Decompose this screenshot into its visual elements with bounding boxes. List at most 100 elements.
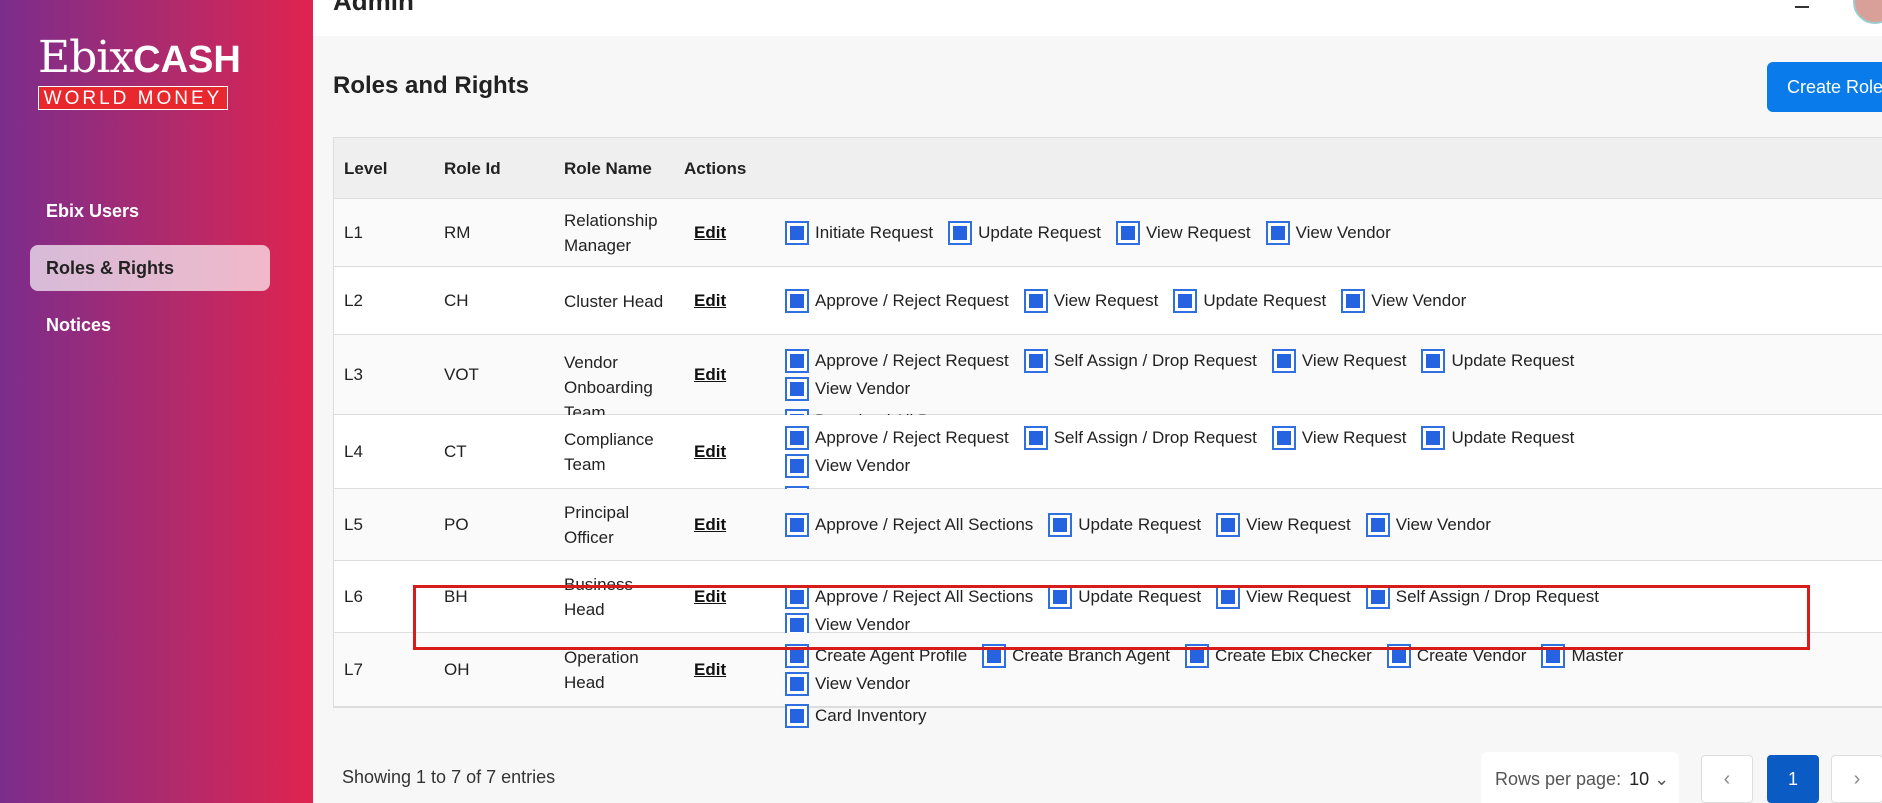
role-name: Vendor Onboarding Team — [564, 353, 653, 422]
permission-item[interactable]: View Vendor — [1341, 289, 1466, 313]
permission-checkbox[interactable] — [785, 644, 809, 668]
edit-button[interactable]: Edit — [694, 442, 726, 462]
permission-item[interactable]: Master — [1541, 644, 1623, 668]
permission-item[interactable]: Approve / Reject All Sections — [785, 513, 1033, 537]
permission-item[interactable]: Initiate Request — [785, 221, 933, 245]
permission-checkbox[interactable] — [1173, 289, 1198, 313]
role-level: L7 — [344, 660, 363, 679]
sidebar-item-notices[interactable]: Notices — [30, 302, 270, 348]
permission-checkbox[interactable] — [1421, 426, 1446, 450]
permission-item[interactable]: View Vendor — [785, 454, 910, 478]
checkbox-checked-icon — [1370, 590, 1385, 604]
checkbox-checked-icon — [1028, 431, 1043, 445]
permission-checkbox[interactable] — [785, 454, 809, 478]
next-page-button[interactable]: › — [1831, 755, 1882, 803]
permission-checkbox[interactable] — [1023, 426, 1048, 450]
permission-item[interactable]: View Request — [1023, 289, 1158, 313]
edit-button[interactable]: Edit — [694, 223, 726, 243]
permission-checkbox[interactable] — [785, 426, 809, 450]
permission-checkbox[interactable] — [1271, 426, 1296, 450]
permission-item[interactable]: Update Request — [1421, 349, 1574, 373]
permission-item[interactable]: Approve / Reject All Sections — [785, 585, 1033, 609]
permission-item[interactable]: View Vendor — [1265, 221, 1391, 245]
permission-checkbox[interactable] — [785, 377, 809, 401]
permission-checkbox[interactable] — [1048, 513, 1073, 537]
permission-checkbox[interactable] — [1365, 585, 1390, 609]
permission-item[interactable]: Approve / Reject Request — [785, 426, 1009, 450]
page-number-button[interactable]: 1 — [1767, 755, 1819, 803]
permission-label: Self Assign / Drop Request — [1053, 351, 1257, 370]
permission-checkbox[interactable] — [1341, 289, 1366, 313]
permission-label: Update Request — [1203, 291, 1327, 310]
permission-checkbox[interactable] — [785, 672, 809, 696]
permission-item[interactable]: View Vendor — [785, 672, 910, 696]
permission-item[interactable]: View Request — [1216, 513, 1351, 537]
permission-checkbox[interactable] — [982, 644, 1007, 668]
rows-per-page-select[interactable]: Rows per page: 10 ⌄ — [1481, 752, 1679, 803]
permission-checkbox[interactable] — [1023, 349, 1048, 373]
permission-item[interactable]: Self Assign / Drop Request — [1365, 585, 1599, 609]
permission-item[interactable]: Update Request — [948, 221, 1101, 245]
permission-item[interactable]: Create Ebix Checker — [1184, 644, 1372, 668]
permission-item[interactable]: View Request — [1271, 426, 1406, 450]
permission-item[interactable]: Self Assign / Drop Request — [1023, 426, 1257, 450]
role-name: Relationship Manager — [564, 211, 658, 255]
checkbox-checked-icon — [1221, 590, 1236, 604]
permission-item[interactable]: Self Assign / Drop Request — [1023, 349, 1257, 373]
role-name: Compliance Team — [564, 430, 654, 474]
permission-checkbox[interactable] — [785, 513, 809, 537]
permission-checkbox[interactable] — [785, 289, 809, 313]
permission-checkbox[interactable] — [785, 349, 809, 373]
permission-checkbox[interactable] — [1184, 644, 1209, 668]
ebixcash-logo: EbixCASH WORLD MONEY — [38, 32, 241, 110]
permission-item[interactable]: View Request — [1116, 221, 1251, 245]
checkbox-checked-icon — [790, 431, 804, 445]
permission-checkbox[interactable] — [1116, 221, 1141, 245]
permission-item[interactable]: Update Request — [1048, 585, 1201, 609]
edit-button[interactable]: Edit — [694, 365, 726, 385]
permission-item[interactable]: View Vendor — [1365, 513, 1491, 537]
permission-checkbox[interactable] — [1216, 585, 1241, 609]
role-name: Principal Officer — [564, 503, 630, 547]
permission-item[interactable]: Create Vendor — [1386, 644, 1526, 668]
permission-item[interactable]: Card Inventory — [785, 704, 927, 728]
permission-checkbox[interactable] — [1048, 585, 1073, 609]
column-header-level: Level — [344, 159, 388, 178]
permission-checkbox[interactable] — [785, 221, 809, 245]
permission-item[interactable]: Update Request — [1173, 289, 1326, 313]
permission-item[interactable]: View Vendor — [785, 377, 910, 401]
permission-checkbox[interactable] — [1216, 513, 1241, 537]
permission-item[interactable]: Update Request — [1048, 513, 1201, 537]
permission-item[interactable]: Create Agent Profile — [785, 644, 967, 668]
edit-button[interactable]: Edit — [694, 587, 726, 607]
permission-checkbox[interactable] — [1541, 644, 1566, 668]
role-id: CH — [444, 291, 469, 310]
edit-button[interactable]: Edit — [694, 660, 726, 680]
permission-item[interactable]: Update Request — [1421, 426, 1574, 450]
sidebar-item-ebix-users[interactable]: Ebix Users — [30, 188, 270, 234]
permission-item[interactable]: Approve / Reject Request — [785, 289, 1009, 313]
prev-page-button[interactable]: ‹ — [1701, 755, 1753, 803]
edit-button[interactable]: Edit — [694, 291, 726, 311]
permission-item[interactable]: View Request — [1216, 585, 1351, 609]
permission-checkbox[interactable] — [1271, 349, 1296, 373]
permission-checkbox[interactable] — [785, 704, 809, 728]
permission-checkbox[interactable] — [1023, 289, 1048, 313]
permission-checkbox[interactable] — [1421, 349, 1446, 373]
permission-checkbox[interactable] — [1386, 644, 1411, 668]
permission-checkbox[interactable] — [948, 221, 973, 245]
permission-checkbox[interactable] — [1265, 221, 1290, 245]
bell-icon[interactable] — [1795, 0, 1809, 8]
permission-checkbox[interactable] — [785, 585, 809, 609]
permission-item[interactable]: View Request — [1271, 349, 1406, 373]
checkbox-checked-icon — [790, 294, 804, 308]
role-id: VOT — [444, 365, 479, 384]
edit-button[interactable]: Edit — [694, 515, 726, 535]
permission-checkbox[interactable] — [1365, 513, 1390, 537]
permission-label: Create Branch Agent — [1012, 646, 1170, 665]
create-role-button[interactable]: Create Role — [1767, 62, 1882, 112]
sidebar-item-roles-rights[interactable]: Roles & Rights — [30, 245, 270, 291]
permission-item[interactable]: Approve / Reject Request — [785, 349, 1009, 373]
permission-item[interactable]: Create Branch Agent — [982, 644, 1170, 668]
avatar[interactable] — [1853, 0, 1882, 24]
